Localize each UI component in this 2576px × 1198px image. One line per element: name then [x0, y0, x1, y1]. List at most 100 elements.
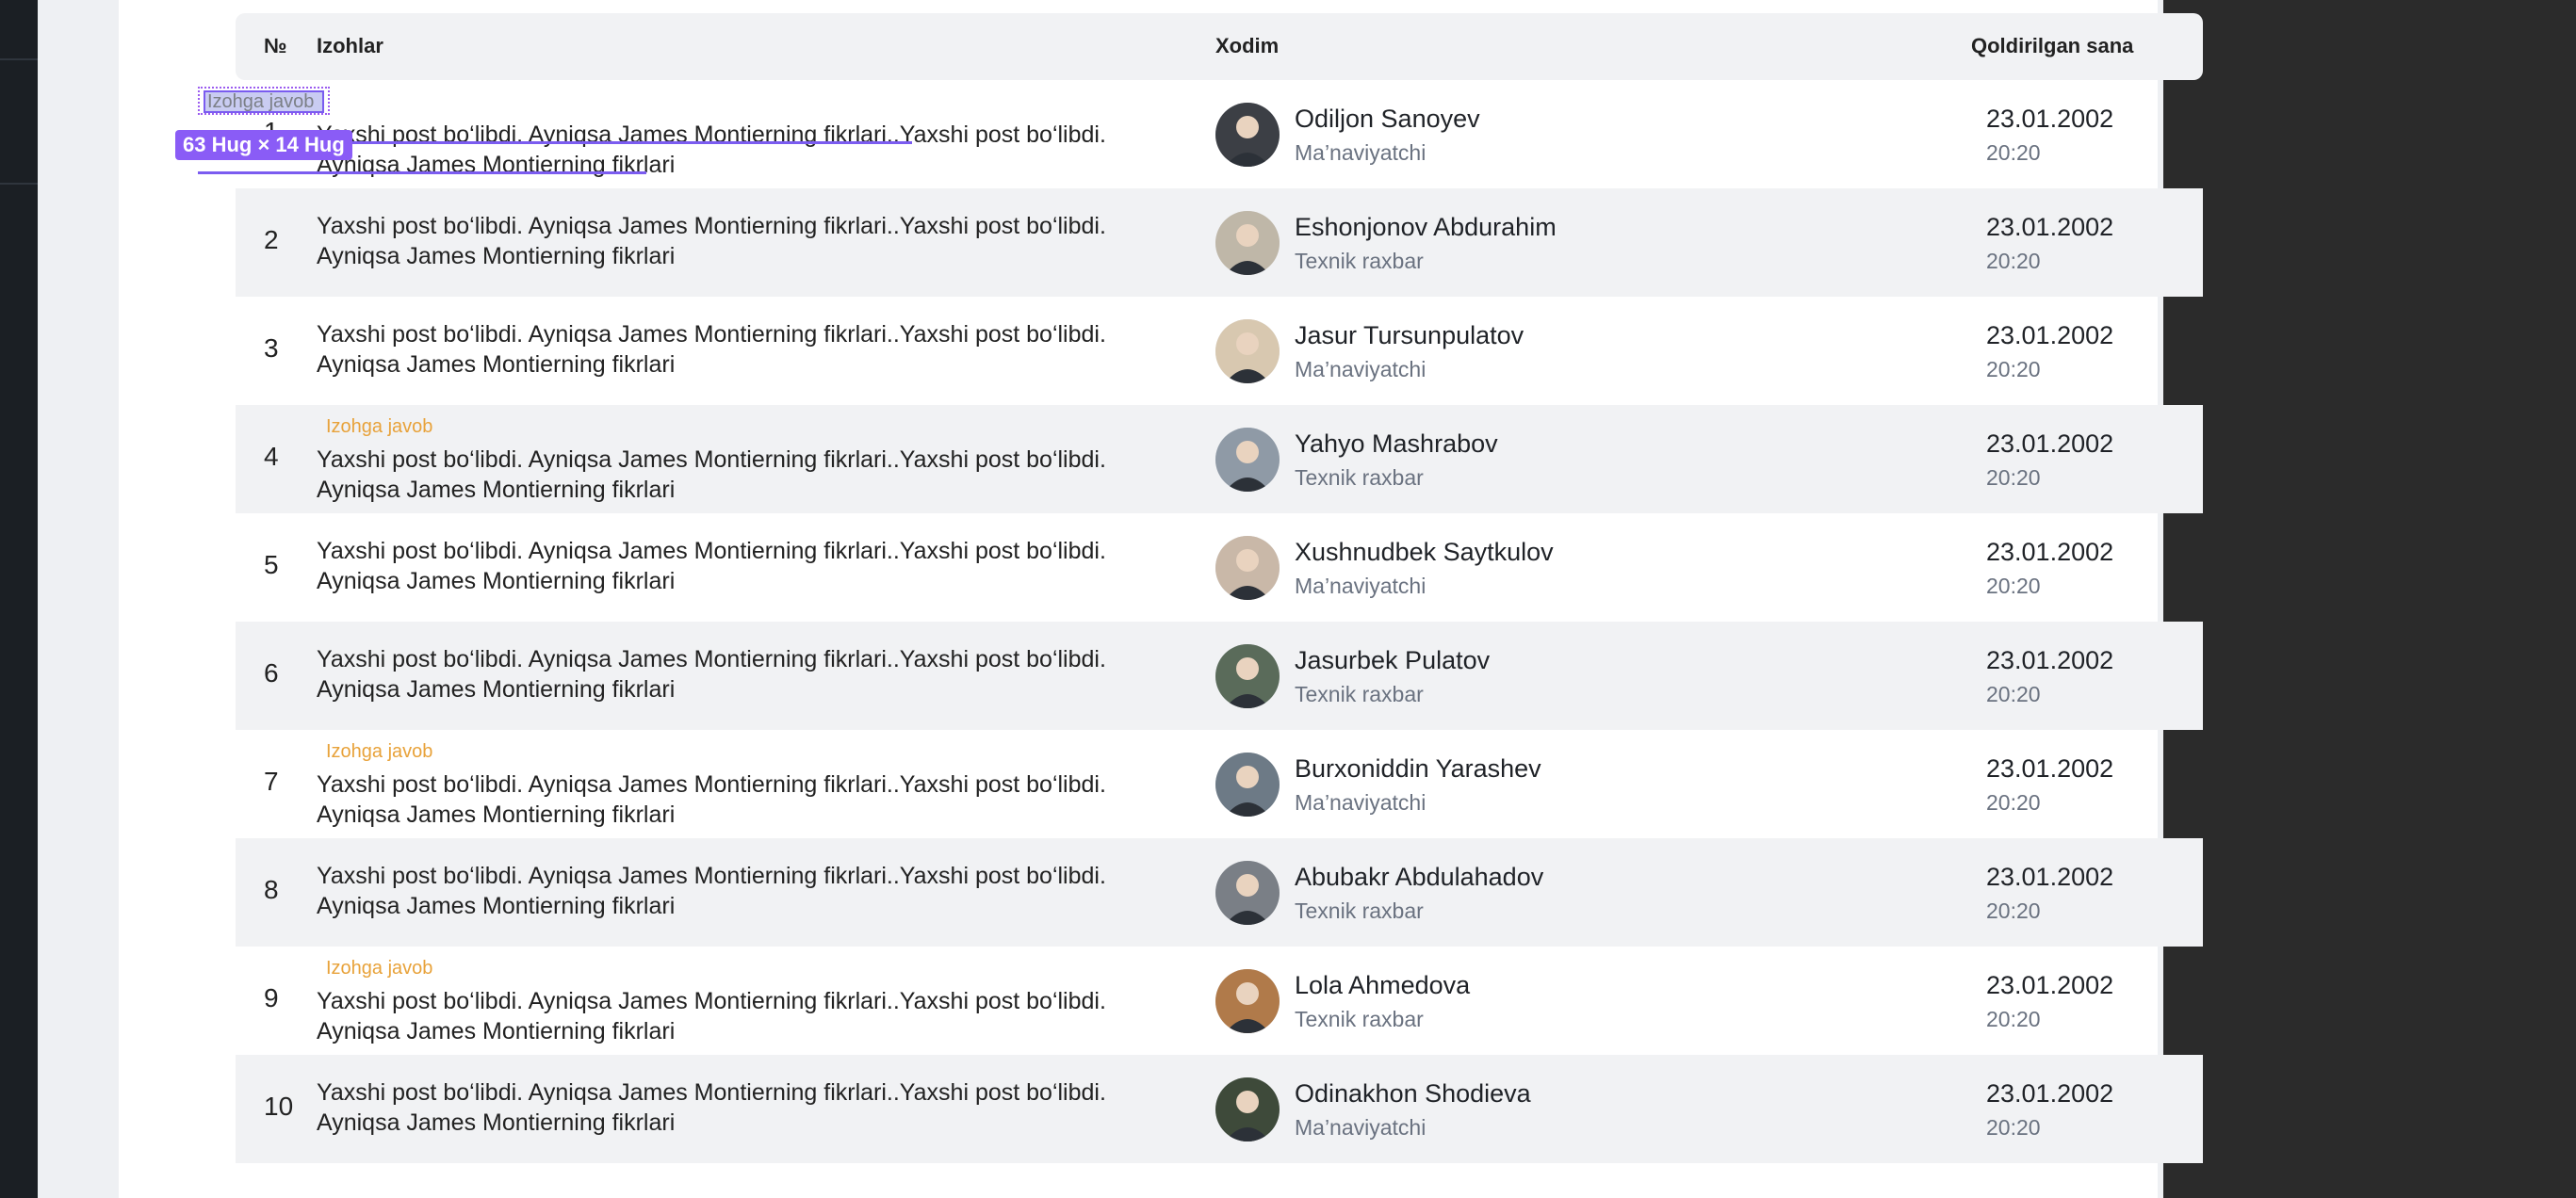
comments-card: № Izohlar Xodim Qoldirilgan sana 1Yaxshi… [119, 0, 2203, 1198]
employee-role: Texnik raxbar [1295, 249, 1424, 273]
avatar[interactable] [1215, 319, 1280, 383]
table-row[interactable]: 2 Yaxshi post bo‘libdi. Ayniqsa James Mon… [236, 188, 2203, 297]
selection-guide [198, 171, 646, 174]
canvas-frame: № Izohlar Xodim Qoldirilgan sana 1Yaxshi… [38, 0, 2203, 1198]
employee-role: Texnik raxbar [1295, 682, 1424, 706]
avatar[interactable] [1215, 103, 1280, 167]
user-avatar-icon [1215, 319, 1280, 383]
comment-text: Yaxshi post bo‘libdi. Ayniqsa James Mont… [317, 538, 1106, 594]
employee-role: Ma’naviyatchi [1295, 790, 1427, 815]
user-avatar-icon [1215, 861, 1280, 925]
avatar[interactable] [1215, 1077, 1280, 1141]
selection-guide [347, 141, 912, 144]
comment-time: 20:20 [1986, 898, 2041, 923]
comment-text: Yaxshi post bo‘libdi. Ayniqsa James Mont… [317, 1079, 1106, 1136]
reply-badge[interactable]: Izohga javob [326, 741, 432, 763]
employee-name[interactable]: Odiljon Sanoyev [1295, 105, 1480, 134]
comment-time: 20:20 [1986, 140, 2041, 165]
employee-role: Texnik raxbar [1295, 898, 1424, 923]
avatar[interactable] [1215, 644, 1280, 708]
comment-text: Yaxshi post bo‘libdi. Ayniqsa James Mont… [317, 213, 1106, 269]
row-number: 8 [264, 875, 279, 904]
comment-time: 20:20 [1986, 1115, 2041, 1140]
reply-badge[interactable]: Izohga javob [326, 416, 432, 438]
employee-name[interactable]: Yahyo Mashrabov [1295, 429, 1498, 459]
employee-role: Ma’naviyatchi [1295, 1115, 1427, 1140]
row-number: 3 [264, 333, 279, 363]
reply-badge[interactable]: Izohga javob [326, 958, 432, 979]
table-row[interactable]: 9 Izohga javob Yaxshi post bo‘libdi. Ayniq… [236, 947, 2203, 1055]
user-avatar-icon [1215, 103, 1280, 167]
comment-time: 20:20 [1986, 249, 2041, 273]
row-number: 10 [264, 1092, 294, 1121]
comment-date: 23.01.2002 [1986, 105, 2114, 133]
table-row[interactable]: 6 Yaxshi post bo‘libdi. Ayniqsa James Mon… [236, 622, 2203, 730]
comment-date: 23.01.2002 [1986, 646, 2114, 674]
row-number: 2 [264, 225, 279, 254]
employee-role: Texnik raxbar [1295, 465, 1424, 490]
user-avatar-icon [1215, 969, 1280, 1033]
comment-time: 20:20 [1986, 574, 2041, 598]
comment-date: 23.01.2002 [1986, 429, 2114, 458]
avatar[interactable] [1215, 753, 1280, 817]
user-avatar-icon [1215, 536, 1280, 600]
table-row[interactable]: 10 Yaxshi post bo‘libdi. Ayniqsa James Mo… [236, 1055, 2203, 1163]
comment-date: 23.01.2002 [1986, 754, 2114, 783]
comment-date: 23.01.2002 [1986, 213, 2114, 241]
avatar[interactable] [1215, 969, 1280, 1033]
row-number: 7 [264, 767, 279, 796]
comment-text: Yaxshi post bo‘libdi. Ayniqsa James Mont… [317, 988, 1106, 1044]
comment-text: Yaxshi post bo‘libdi. Ayniqsa James Mont… [317, 771, 1106, 828]
employee-role: Texnik raxbar [1295, 1007, 1424, 1031]
avatar[interactable] [1215, 211, 1280, 275]
employee-name[interactable]: Burxoniddin Yarashev [1295, 754, 1541, 784]
table-row[interactable]: 7 Izohga javob Yaxshi post bo‘libdi. Ayniq… [236, 730, 2203, 838]
comment-time: 20:20 [1986, 465, 2041, 490]
table-row[interactable]: 4 Izohga javob Yaxshi post bo‘libdi. Ayniq… [236, 405, 2203, 513]
comment-time: 20:20 [1986, 790, 2041, 815]
header-comments: Izohlar [317, 34, 383, 57]
selected-layer[interactable]: Izohga javob [204, 90, 324, 113]
avatar[interactable] [1215, 861, 1280, 925]
avatar[interactable] [1215, 536, 1280, 600]
employee-name[interactable]: Jasurbek Pulatov [1295, 646, 1490, 675]
comment-text: Yaxshi post bo‘libdi. Ayniqsa James Mont… [317, 446, 1106, 503]
comment-time: 20:20 [1986, 682, 2041, 706]
employee-role: Ma’naviyatchi [1295, 140, 1427, 165]
employee-name[interactable]: Jasur Tursunpulatov [1295, 321, 1524, 350]
table-row[interactable]: 8 Yaxshi post bo‘libdi. Ayniqsa James Mon… [236, 838, 2203, 947]
rail-divider [0, 58, 38, 60]
avatar[interactable] [1215, 428, 1280, 492]
table-row[interactable]: 5 Yaxshi post bo‘libdi. Ayniqsa James Mon… [236, 513, 2203, 622]
row-number: 9 [264, 983, 279, 1012]
comment-text: Yaxshi post bo‘libdi. Ayniqsa James Mont… [317, 863, 1106, 919]
rail-divider [0, 183, 38, 185]
comment-text: Yaxshi post bo‘libdi. Ayniqsa James Mont… [317, 646, 1106, 703]
user-avatar-icon [1215, 428, 1280, 492]
comment-date: 23.01.2002 [1986, 321, 2114, 349]
comment-time: 20:20 [1986, 1007, 2041, 1031]
header-employee: Xodim [1215, 34, 1280, 57]
left-rail [0, 0, 38, 1198]
comment-date: 23.01.2002 [1986, 538, 2114, 566]
employee-name[interactable]: Lola Ahmedova [1295, 971, 1470, 1000]
row-number: 6 [264, 658, 279, 688]
comment-date: 23.01.2002 [1986, 863, 2114, 891]
comment-date: 23.01.2002 [1986, 971, 2114, 999]
user-avatar-icon [1215, 211, 1280, 275]
employee-name[interactable]: Abubakr Abdulahadov [1295, 863, 1543, 892]
size-tag: 63 Hug × 14 Hug [175, 130, 352, 160]
table-row[interactable]: 3 Yaxshi post bo‘libdi. Ayniqsa James Mon… [236, 297, 2203, 405]
employee-role: Ma’naviyatchi [1295, 574, 1427, 598]
employee-role: Ma’naviyatchi [1295, 357, 1427, 381]
row-number: 5 [264, 550, 279, 579]
employee-name[interactable]: Odinakhon Shodieva [1295, 1079, 1531, 1109]
employee-name[interactable]: Xushnudbek Saytkulov [1295, 538, 1554, 567]
employee-name[interactable]: Eshonjonov Abdurahim [1295, 213, 1557, 242]
user-avatar-icon [1215, 753, 1280, 817]
header-date[interactable]: Qoldirilgan sana [1971, 34, 2133, 58]
comment-text: Yaxshi post bo‘libdi. Ayniqsa James Mont… [317, 321, 1106, 378]
header-num: № [264, 34, 287, 57]
comments-table: № Izohlar Xodim Qoldirilgan sana 1Yaxshi… [236, 13, 2203, 1163]
comment-time: 20:20 [1986, 357, 2041, 381]
